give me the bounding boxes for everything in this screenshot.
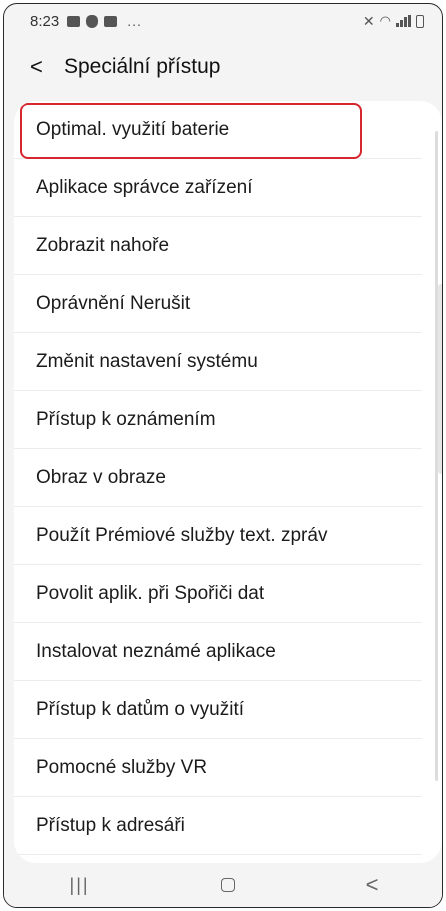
- list-item-modify-system[interactable]: Změnit nastavení systému: [14, 333, 422, 391]
- phone-screen: 8:23 ... ✕ ◠ < Speciální přístup Optimal…: [3, 3, 443, 908]
- battery-icon: [416, 14, 424, 28]
- status-bar: 8:23 ... ✕ ◠: [4, 4, 442, 38]
- wifi-icon: ◠: [379, 13, 391, 28]
- list-item-device-admin[interactable]: Aplikace správce zařízení: [14, 159, 422, 217]
- page-title: Speciální přístup: [64, 55, 221, 78]
- list-item-contacts-access[interactable]: Přístup k adresáři: [14, 797, 422, 855]
- list-item-usage-access[interactable]: Přístup k datům o využití: [14, 681, 422, 739]
- edge-panel-handle[interactable]: [438, 284, 442, 474]
- list-item-do-not-disturb[interactable]: Oprávnění Nerušit: [14, 275, 422, 333]
- list-item-vr-helper[interactable]: Pomocné služby VR: [14, 739, 422, 797]
- shield-icon: [86, 14, 99, 28]
- back-arrow-icon[interactable]: <: [30, 54, 50, 80]
- mute-icon: ✕: [362, 12, 375, 29]
- recent-apps-icon[interactable]: |||: [70, 875, 90, 896]
- system-icons: ✕ ◠: [363, 13, 424, 30]
- gallery-icon: [67, 15, 81, 27]
- list-item-premium-sms[interactable]: Použít Prémiové služby text. zpráv: [14, 507, 422, 565]
- list-item-notification-access[interactable]: Přístup k oznámením: [14, 391, 422, 449]
- list-item-data-saver[interactable]: Povolit aplik. při Spořiči dat: [14, 565, 422, 623]
- list-item-display-over[interactable]: Zobrazit nahoře: [14, 217, 422, 275]
- list-item-picture-in-picture[interactable]: Obraz v obraze: [14, 449, 422, 507]
- navigation-bar: ||| <: [4, 863, 442, 907]
- notification-icons: ...: [67, 13, 142, 29]
- home-icon[interactable]: [220, 878, 235, 892]
- status-time: 8:23: [30, 12, 60, 30]
- image-icon: [104, 15, 118, 27]
- signal-icon: [396, 15, 411, 27]
- settings-list: Optimal. využití baterie Aplikace správc…: [14, 101, 442, 863]
- more-notifications-icon: ...: [127, 13, 142, 29]
- list-item-battery-optimization[interactable]: Optimal. využití baterie: [14, 101, 422, 159]
- back-icon[interactable]: <: [366, 872, 379, 898]
- app-header: < Speciální přístup: [4, 42, 442, 92]
- list-item-unknown-apps[interactable]: Instalovat neznámé aplikace: [14, 623, 422, 681]
